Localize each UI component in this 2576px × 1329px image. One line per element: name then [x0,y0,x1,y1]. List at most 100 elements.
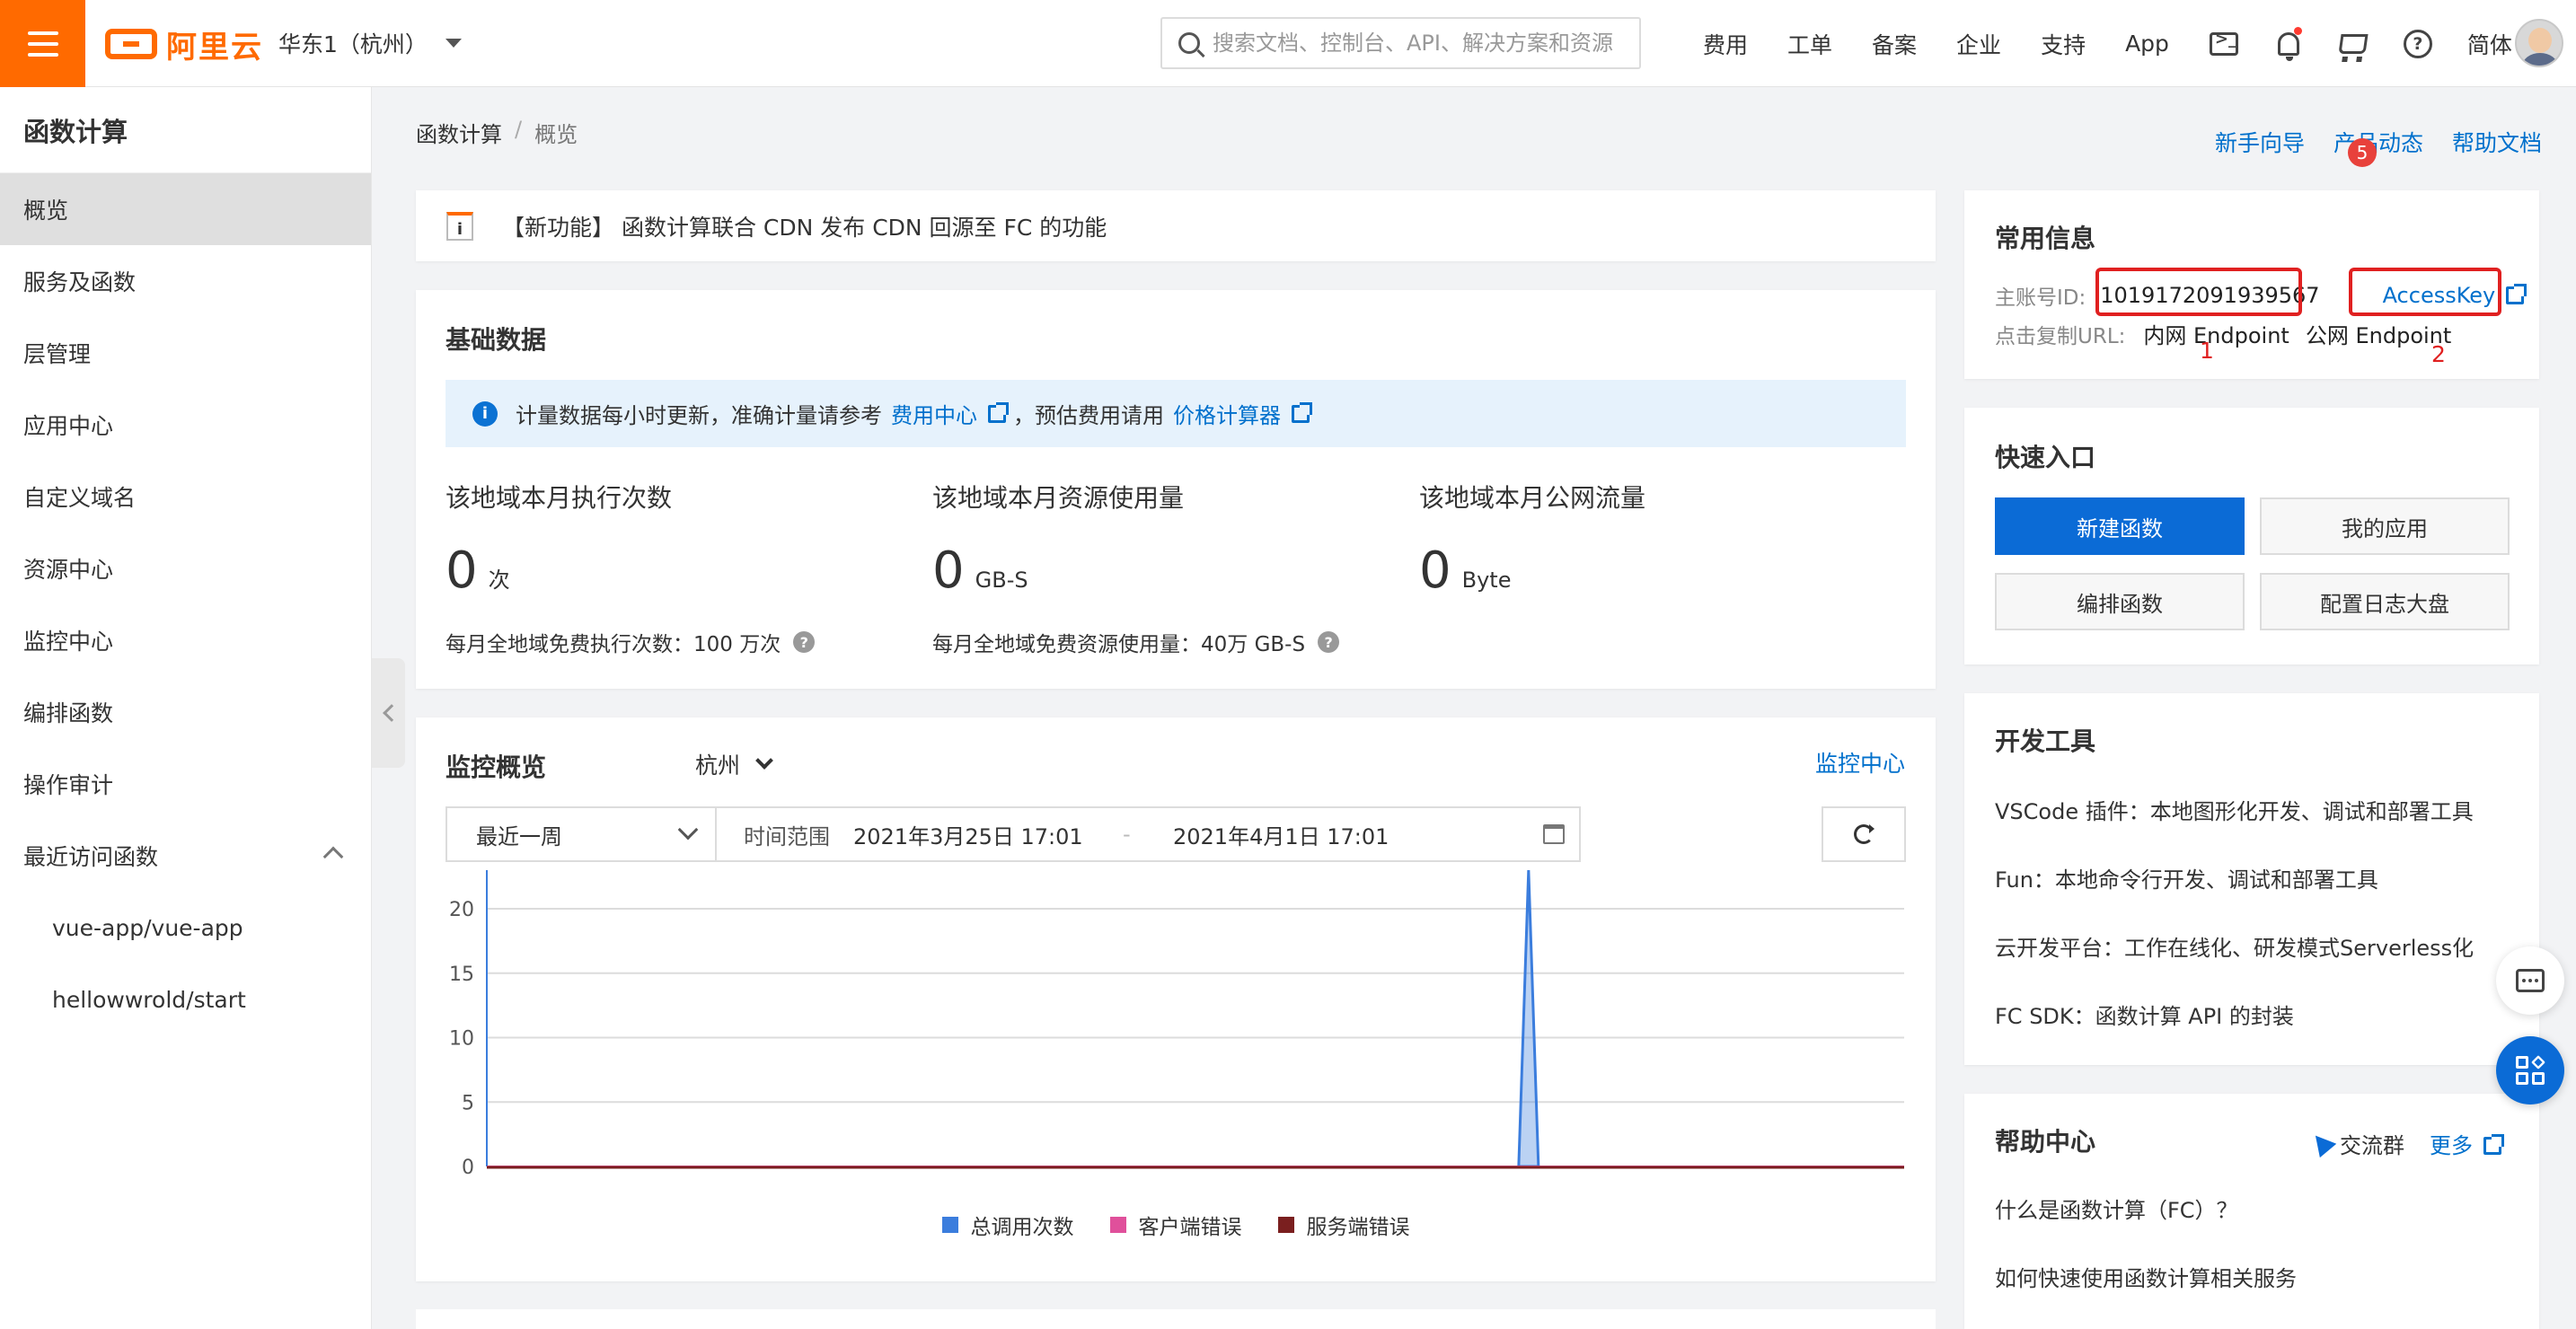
nav-tickets[interactable]: 工单 [1787,28,1832,60]
start-date-input[interactable]: 2021年3月25日 17:01 [853,819,1123,850]
fee-center-link[interactable]: 费用中心 [891,398,977,429]
price-calculator-link[interactable]: 价格计算器 [1173,398,1281,429]
apps-float-button[interactable] [2496,1036,2564,1105]
region-selector[interactable]: 华东1（杭州） [278,27,462,59]
monitor-overview-card: 监控概览 杭州 监控中心 最近一周 时间范围 2021年3月25日 17:01 … [416,717,1936,1281]
legend-item-total[interactable]: 总调用次数 [941,1210,1074,1240]
sidebar-item-recent[interactable]: 最近访问函数 [0,820,371,892]
chat-float-button[interactable] [2496,946,2564,1015]
news-badge: 5 [2347,138,2377,167]
search-input[interactable] [1213,31,1626,56]
avatar[interactable] [2515,19,2563,67]
period-select[interactable]: 最近一周 [447,808,717,860]
breadcrumb-root[interactable]: 函数计算 [416,117,502,148]
search-box[interactable] [1160,17,1641,69]
question-icon[interactable]: ? [1318,631,1340,653]
help-center-card: 帮助中心 交流群 更多 什么是函数计算（FC）？ 如何快速使用函数计算相关服务 [1964,1094,2539,1329]
sidebar-item-layers[interactable]: 层管理 [0,317,371,389]
y-tick-label: 15 [449,964,474,986]
legend-item-server-error[interactable]: 服务端错误 [1277,1210,1410,1240]
monitor-region-label: 杭州 [695,753,741,779]
end-date-input[interactable]: 2021年4月1日 17:01 [1173,819,1442,850]
sidebar-title: 函数计算 [0,87,371,173]
series-total-spike [1517,870,1540,1168]
log-dashboard-button[interactable]: 配置日志大盘 [2260,573,2510,630]
monitor-region-select[interactable]: 杭州 [695,748,773,780]
metric-unit: Byte [1461,568,1512,593]
sidebar-item-label: 最近访问函数 [23,844,159,870]
terminal-icon [2209,30,2238,56]
more-link[interactable]: 更多 [2430,1128,2509,1159]
my-apps-button[interactable]: 我的应用 [2260,497,2510,555]
notice-mid-text: ，预估费用请用 [1013,403,1164,428]
dev-tool-cloud-ide[interactable]: 云开发平台：工作在线化、研发模式Serverless化 [1995,930,2474,962]
annotation-number-1: 1 [2200,338,2214,364]
help-docs-link[interactable]: 帮助文档 [2452,126,2542,187]
metric-public-traffic: 该地域本月公网流量 0 Byte [1419,479,1868,600]
sidebar-item-apps[interactable]: 应用中心 [0,389,371,461]
help-button[interactable]: ? [2403,29,2433,59]
external-link-icon [988,401,1009,423]
plane-icon [2307,1128,2337,1158]
notice-text: 计量数据每小时更新，准确计量请参考 [516,403,882,428]
announcement-bar[interactable]: i 【新功能】 函数计算联合 CDN 发布 CDN 回源至 FC 的功能 [416,190,1936,261]
flow-function-button[interactable]: 编排函数 [1995,573,2245,630]
refresh-button[interactable] [1822,806,1906,862]
recent-function-vue-app[interactable]: vue-app/vue-app [0,892,371,964]
nav-support[interactable]: 支持 [2041,28,2086,60]
bell-icon [2277,31,2299,61]
public-endpoint-button[interactable]: 公网 Endpoint [2306,318,2451,349]
dev-tool-sdk[interactable]: FC SDK：函数计算 API 的封装 [1995,999,2294,1030]
nav-enterprise[interactable]: 企业 [1956,28,2001,60]
monitor-center-link[interactable]: 监控中心 [1815,746,1905,779]
help-item-what-is-fc[interactable]: 什么是函数计算（FC）？ [1995,1193,2238,1224]
annotation-number-2: 2 [2431,341,2446,367]
help-item-quick-start[interactable]: 如何快速使用函数计算相关服务 [1995,1261,2297,1292]
logo-text: 阿里云 [166,29,263,66]
time-filter: 最近一周 时间范围 2021年3月25日 17:01 - 2021年4月1日 1… [446,806,1581,862]
calendar-icon[interactable] [1543,824,1565,844]
sidebar-item-resources[interactable]: 资源中心 [0,532,371,604]
announcement-text: 【新功能】 函数计算联合 CDN 发布 CDN 回源至 FC 的功能 [502,214,1107,241]
sidebar-item-services[interactable]: 服务及函数 [0,245,371,317]
sidebar-item-audit[interactable]: 操作审计 [0,748,371,820]
chevron-down-icon [755,752,773,770]
community-group-link[interactable]: 交流群 [2307,1128,2404,1159]
cart-button[interactable] [2338,29,2369,59]
create-function-button[interactable]: 新建函数 [1995,497,2245,555]
common-info-title: 常用信息 [1995,224,2096,253]
sidebar-item-overview[interactable]: 概览 [0,173,371,245]
terminal-button[interactable] [2209,29,2239,59]
sidebar-item-monitor[interactable]: 监控中心 [0,604,371,676]
product-news-link[interactable]: 产品动态 5 [2333,126,2423,187]
metric-label: 该地域本月公网流量 [1419,483,1646,513]
billing-notice: i 计量数据每小时更新，准确计量请参考 费用中心 ，预估费用请用 价格计算器 [446,380,1906,447]
external-link-icon [2483,1134,2504,1155]
legend-label: 总调用次数 [970,1216,1074,1239]
dev-tool-fun[interactable]: Fun：本地命令行开发、调试和部署工具 [1995,862,2378,893]
notification-button[interactable] [2273,26,2304,61]
question-icon[interactable]: ? [793,631,816,653]
menu-icon[interactable] [0,0,85,87]
nav-fees[interactable]: 费用 [1703,28,1748,60]
sidebar-item-domains[interactable]: 自定义域名 [0,461,371,532]
chevron-down-icon [677,819,699,841]
community-group-label: 交流群 [2340,1133,2404,1158]
guide-link[interactable]: 新手向导 [2215,126,2305,187]
nav-icp[interactable]: 备案 [1872,28,1917,60]
logo-mark-icon [105,29,157,59]
recent-function-hellowwrold[interactable]: hellowwrold/start [0,964,371,1035]
aliyun-logo[interactable]: 阿里云 [105,23,263,66]
grid-icon [2516,1055,2545,1085]
internal-endpoint-button[interactable]: 内网 Endpoint [2143,318,2289,349]
legend-item-client-error[interactable]: 客户端错误 [1109,1210,1242,1240]
caret-down-icon [445,39,462,48]
language-switch[interactable]: 简体 [2467,28,2512,60]
breadcrumb-separator: / [515,117,523,142]
sidebar-item-flow[interactable]: 编排函数 [0,676,371,748]
metric-label: 该地域本月执行次数 [446,483,673,513]
sidebar-collapse-handle[interactable] [372,658,405,768]
nav-app[interactable]: App [2125,31,2169,57]
dev-tool-vscode[interactable]: VSCode 插件：本地图形化开发、调试和部署工具 [1995,794,2474,825]
refresh-icon [1854,824,1875,844]
